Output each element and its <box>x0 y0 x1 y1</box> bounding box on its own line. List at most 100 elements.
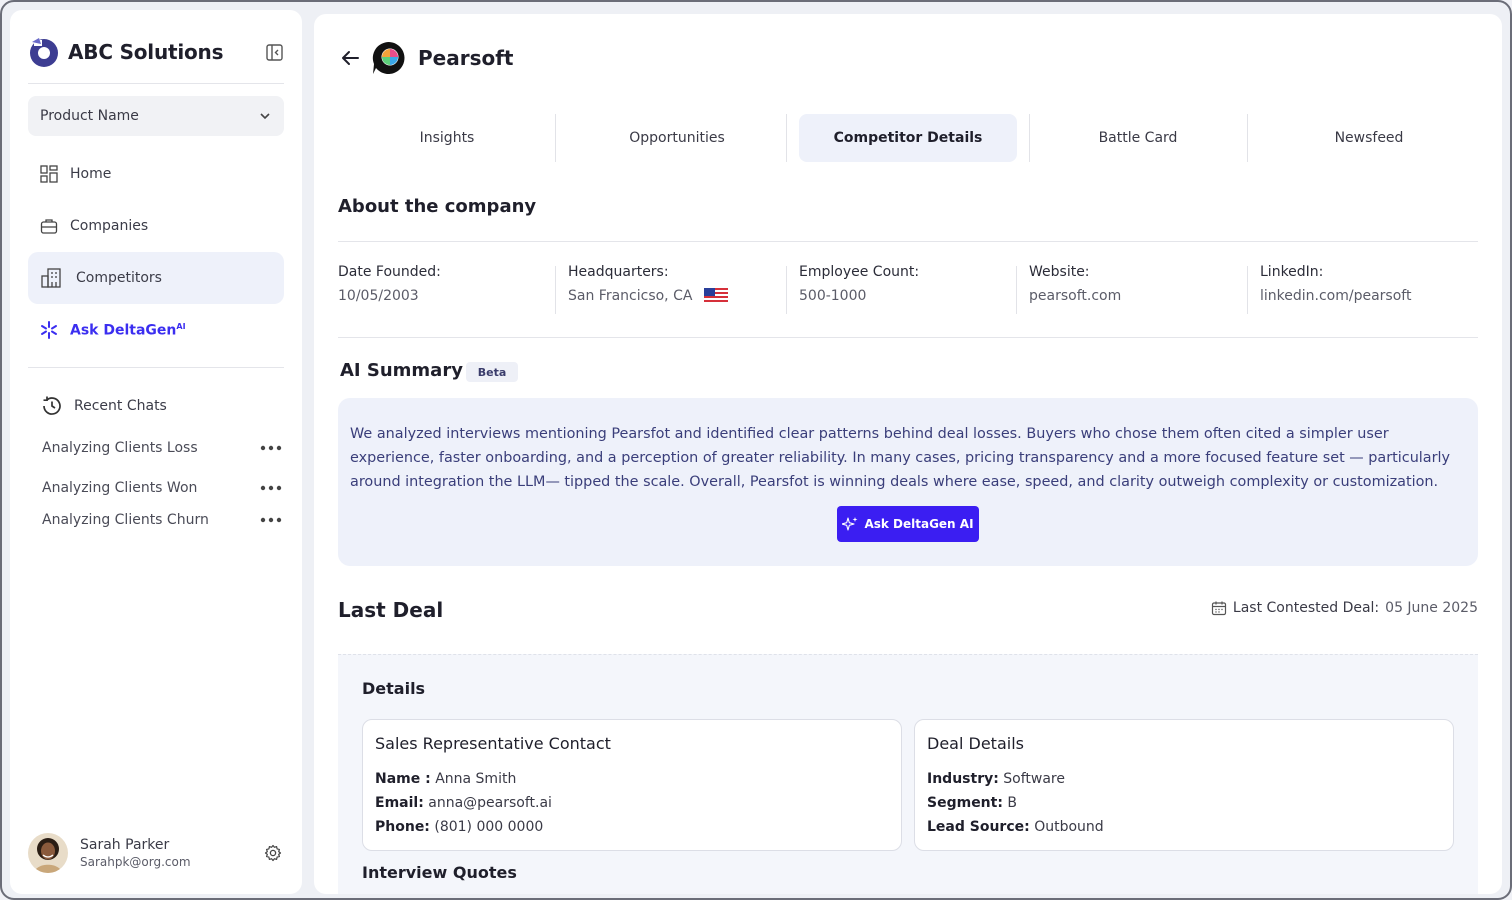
tab-label: Battle Card <box>1098 130 1178 146</box>
user-profile[interactable]: Sarah Parker Sarahpk@org.com <box>28 832 284 874</box>
sales-rep-phone: Phone: (801) 000 0000 <box>375 819 544 835</box>
last-contested-deal-value: 05 June 2025 <box>1385 600 1478 616</box>
ask-deltagen-sup: AI <box>176 321 186 331</box>
chevron-down-icon <box>260 113 270 120</box>
deal-lead-source: Lead Source: Outbound <box>927 819 1104 835</box>
chat-item[interactable]: Analyzing Clients Won <box>42 480 282 496</box>
us-flag-icon <box>704 288 729 304</box>
chat-item-label: Analyzing Clients Churn <box>42 512 209 528</box>
nav-item-label: Companies <box>70 218 149 234</box>
sparkle-asterisk-icon <box>41 321 57 339</box>
info-value[interactable]: pearsoft.com <box>1029 288 1229 304</box>
ai-summary-text: We analyzed interviews mentioning Pearsf… <box>350 426 1451 490</box>
chat-item[interactable]: Analyzing Clients Churn <box>42 512 282 528</box>
more-options-icon[interactable] <box>260 517 282 523</box>
tab-label: Newsfeed <box>1334 130 1404 146</box>
avatar <box>28 833 68 873</box>
sidebar: ABC Solutions Product Name Home Companie… <box>10 10 302 894</box>
sales-rep-email: Email: anna@pearsoft.ai <box>375 795 552 811</box>
info-divider <box>786 266 787 314</box>
ai-summary-title: AI Summary <box>340 360 463 381</box>
sales-rep-name: Name : Anna Smith <box>375 771 517 787</box>
interview-quotes-title: Interview Quotes <box>362 863 517 882</box>
info-date-founded: Date Founded: 10/05/2003 <box>338 264 538 316</box>
divider <box>28 83 284 84</box>
info-divider <box>1016 266 1017 314</box>
user-name: Sarah Parker <box>80 837 170 853</box>
product-select-value: Product Name <box>40 108 139 124</box>
divider <box>338 337 1478 338</box>
chat-item-label: Analyzing Clients Loss <box>42 440 198 456</box>
nav-item-ask-deltagen[interactable]: Ask DeltaGenAI <box>28 304 284 356</box>
tab-opportunities[interactable]: Opportunities <box>568 114 786 162</box>
tab-battle-card[interactable]: Battle Card <box>1029 114 1247 162</box>
nav-item-competitors[interactable]: Competitors <box>28 252 284 304</box>
card-title: Deal Details <box>927 734 1024 753</box>
tab-divider <box>1247 114 1248 162</box>
sparkles-icon <box>842 517 858 531</box>
info-value: San Francicso, CA <box>568 288 768 304</box>
tab-divider <box>786 114 787 162</box>
info-label: Website: <box>1029 264 1090 280</box>
recent-chats-header: Recent Chats <box>40 394 167 418</box>
deal-details-section: Details Sales Representative Contact Nam… <box>338 654 1478 894</box>
info-value[interactable]: linkedin.com/pearsoft <box>1260 288 1470 304</box>
recent-chats-title: Recent Chats <box>74 398 167 414</box>
nav-item-label: Home <box>70 166 112 182</box>
nav-item-companies[interactable]: Companies <box>28 200 284 252</box>
tab-divider <box>555 114 556 162</box>
tab-insights[interactable]: Insights <box>338 114 556 162</box>
main-panel: Pearsoft Insights Opportunities Competit… <box>314 14 1502 894</box>
ai-summary-box: We analyzed interviews mentioning Pearsf… <box>338 398 1478 566</box>
ask-deltagen-button[interactable]: Ask DeltaGen AI <box>837 506 979 542</box>
grid-icon <box>40 165 58 183</box>
divider <box>338 241 1478 242</box>
chat-item[interactable]: Analyzing Clients Loss <box>42 440 282 456</box>
chat-item-label: Analyzing Clients Won <box>42 480 198 496</box>
last-contested-deal-label: Last Contested Deal: <box>1232 600 1380 616</box>
beta-badge: Beta <box>466 362 518 382</box>
gear-icon[interactable] <box>264 844 282 862</box>
tab-newsfeed[interactable]: Newsfeed <box>1260 114 1478 162</box>
sales-rep-card: Sales Representative Contact Name : Anna… <box>362 719 902 851</box>
app-window: ABC Solutions Product Name Home Companie… <box>0 0 1512 900</box>
info-linkedin: LinkedIn: linkedin.com/pearsoft <box>1260 264 1470 316</box>
briefcase-icon <box>40 219 58 234</box>
info-value: 10/05/2003 <box>338 288 419 304</box>
brand[interactable]: ABC Solutions <box>28 36 224 68</box>
more-options-icon[interactable] <box>260 445 282 451</box>
collapse-sidebar-icon[interactable] <box>266 44 283 61</box>
card-title: Sales Representative Contact <box>375 734 611 753</box>
nav-item-label: Competitors <box>76 270 162 286</box>
last-contested-deal: Last Contested Deal: 05 June 2025 <box>1211 600 1478 616</box>
brand-logo-icon <box>30 38 58 67</box>
company-logo-icon <box>372 41 405 74</box>
tab-competitor-details[interactable]: Competitor Details <box>799 114 1017 162</box>
deal-details-card: Deal Details Industry: Software Segment:… <box>914 719 1454 851</box>
back-arrow-icon[interactable] <box>340 48 360 68</box>
info-label: Headquarters: <box>568 264 669 280</box>
tab-bar: Insights Opportunities Competitor Detail… <box>338 114 1478 162</box>
more-options-icon[interactable] <box>260 485 282 491</box>
tab-label: Competitor Details <box>833 130 983 146</box>
tab-label: Insights <box>419 130 475 146</box>
details-title: Details <box>362 679 426 698</box>
info-divider <box>555 266 556 314</box>
company-info-row: Date Founded: 10/05/2003 Headquarters: S… <box>338 264 1478 316</box>
about-title: About the company <box>338 196 537 217</box>
info-value: 500-1000 <box>799 288 867 304</box>
deal-industry: Industry: Software <box>927 771 1065 787</box>
brand-name: ABC Solutions <box>68 40 224 64</box>
buildings-icon <box>41 268 61 288</box>
product-select[interactable]: Product Name <box>28 96 284 136</box>
ask-deltagen-label: Ask DeltaGenAI <box>70 321 186 339</box>
nav-item-home[interactable]: Home <box>28 148 284 200</box>
info-employee-count: Employee Count: 500-1000 <box>799 264 999 316</box>
info-label: Employee Count: <box>799 264 920 280</box>
history-clock-icon <box>43 396 61 415</box>
ask-deltagen-button-label: Ask DeltaGen AI <box>864 517 974 531</box>
calendar-icon <box>1211 601 1227 616</box>
info-divider <box>1247 266 1248 314</box>
user-info: Sarah Parker Sarahpk@org.com <box>80 837 191 869</box>
info-label: LinkedIn: <box>1260 264 1324 280</box>
